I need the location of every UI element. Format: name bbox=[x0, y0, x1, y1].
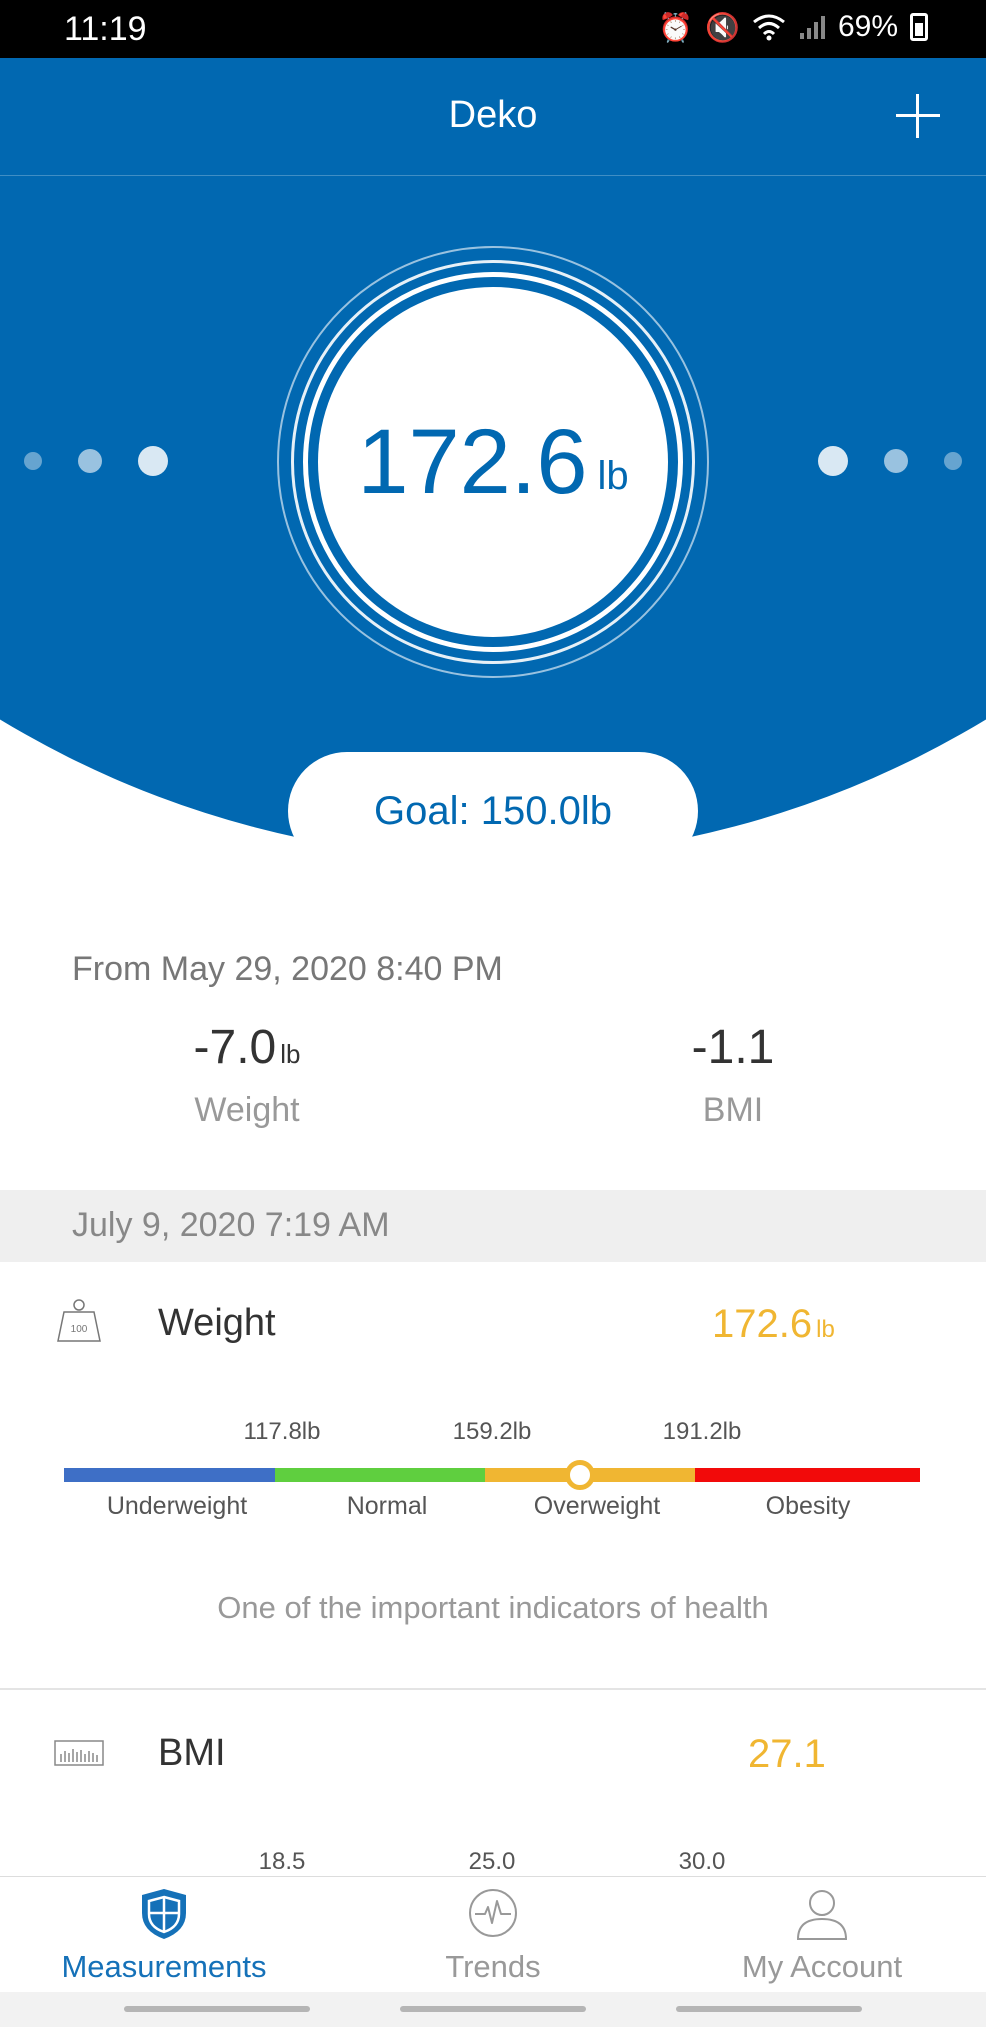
gesture-handle bbox=[676, 2006, 862, 2012]
category-obesity: Obesity bbox=[765, 1492, 851, 1520]
battery-percent: 69% bbox=[837, 10, 898, 43]
nav-trends[interactable]: Trends bbox=[329, 1877, 657, 1993]
wifi-icon bbox=[753, 14, 785, 41]
page-dot bbox=[944, 452, 962, 470]
bmi-delta-value: -1.1 bbox=[691, 1021, 775, 1074]
bmi-threshold-1: 18.5 bbox=[258, 1848, 306, 1875]
nav-measurements[interactable]: Measurements bbox=[0, 1877, 328, 1993]
bmi-threshold-2: 25.0 bbox=[468, 1848, 516, 1875]
mute-icon: 🔇 bbox=[705, 11, 740, 43]
category-underweight: Underweight bbox=[106, 1492, 248, 1520]
alarm-icon: ⏰ bbox=[658, 11, 694, 43]
bmi-metric-name: BMI bbox=[158, 1732, 226, 1774]
status-bar: 11:19 ⏰ 🔇 69% bbox=[0, 0, 986, 58]
gesture-handle bbox=[124, 2006, 310, 2012]
header-bar: Deko bbox=[0, 58, 986, 176]
page-dot bbox=[884, 449, 908, 473]
weight-scale-icon: 100 bbox=[57, 1299, 101, 1342]
weight-delta-value: -7.0 bbox=[193, 1021, 277, 1074]
bmi-threshold-3: 30.0 bbox=[678, 1848, 726, 1875]
status-icons: ⏰ 🔇 69% bbox=[658, 10, 928, 44]
bottom-navigation: Measurements Trends My Account bbox=[0, 1876, 986, 1992]
category-overweight: Overweight bbox=[533, 1492, 661, 1520]
weight-delta-label: Weight bbox=[194, 1091, 300, 1129]
nav-my-account-label: My Account bbox=[741, 1949, 903, 1984]
gesture-handle bbox=[400, 2006, 586, 2012]
pulse-icon bbox=[469, 1889, 517, 1937]
weight-metric-number: 172.6 bbox=[712, 1302, 813, 1346]
nav-measurements-label: Measurements bbox=[61, 1949, 267, 1984]
weight-metric-unit: lb bbox=[816, 1316, 835, 1343]
weight-icon-label: 100 bbox=[71, 1324, 88, 1335]
page-dot bbox=[24, 452, 42, 470]
range-segment-normal bbox=[275, 1468, 485, 1482]
category-normal: Normal bbox=[346, 1492, 428, 1520]
weight-metric-name: Weight bbox=[158, 1302, 276, 1344]
current-weight-unit: lb bbox=[597, 453, 629, 498]
weight-threshold-3: 191.2lb bbox=[662, 1418, 742, 1445]
page-dot bbox=[138, 446, 168, 476]
current-weight[interactable]: 172.6 lb bbox=[318, 287, 668, 637]
measurement-date: July 9, 2020 7:19 AM bbox=[72, 1206, 390, 1244]
page-dot bbox=[78, 449, 102, 473]
weight-description: One of the important indicators of healt… bbox=[217, 1590, 769, 1625]
nav-trends-label: Trends bbox=[445, 1949, 541, 1984]
nav-my-account[interactable]: My Account bbox=[658, 1877, 986, 1993]
change-since-text: From May 29, 2020 8:40 PM bbox=[72, 950, 503, 988]
range-segment-underweight bbox=[64, 1468, 275, 1482]
weight-threshold-2: 159.2lb bbox=[452, 1418, 532, 1445]
bmi-delta-label: BMI bbox=[702, 1091, 764, 1129]
bmi-metric-value: 27.1 bbox=[748, 1732, 826, 1776]
page-dot bbox=[818, 446, 848, 476]
battery-icon bbox=[910, 13, 928, 41]
bmi-delta: -1.1 BMI bbox=[633, 1020, 833, 1130]
bmi-chart-icon bbox=[54, 1740, 104, 1766]
shield-icon bbox=[142, 1889, 186, 1939]
weight-delta-unit: lb bbox=[280, 1039, 301, 1069]
person-icon bbox=[796, 1890, 848, 1940]
status-time: 11:19 bbox=[64, 10, 147, 48]
weight-delta: -7.0 lb Weight bbox=[147, 1020, 347, 1130]
range-segment-obesity bbox=[695, 1468, 920, 1482]
weight-metric-value: 172.6 lb bbox=[712, 1302, 835, 1347]
user-name[interactable]: Deko bbox=[0, 94, 986, 137]
weight-threshold-1: 117.8lb bbox=[243, 1418, 321, 1445]
hero-section: Deko 172.6 lb Goal: 150.0lb bbox=[0, 58, 986, 918]
section-divider bbox=[0, 1688, 986, 1690]
current-weight-value: 172.6 bbox=[357, 410, 588, 513]
goal-button[interactable]: Goal: 150.0lb bbox=[288, 752, 698, 870]
measurement-date-header: July 9, 2020 7:19 AM bbox=[0, 1190, 986, 1262]
current-value-marker bbox=[565, 1460, 595, 1490]
signal-icon bbox=[799, 16, 825, 39]
gesture-bar bbox=[0, 1992, 986, 2027]
add-button[interactable] bbox=[890, 88, 946, 144]
